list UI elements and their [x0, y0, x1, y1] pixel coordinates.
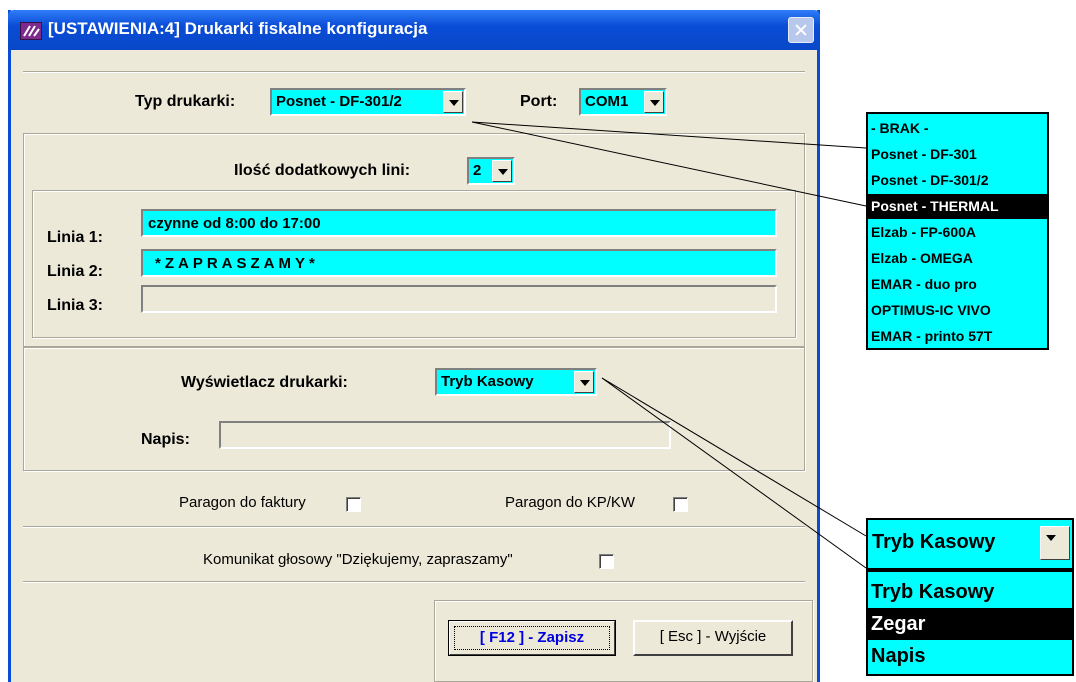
display-option-kasowy[interactable]: Tryb Kasowy [868, 576, 1072, 608]
printer-type-dropdown: - BRAK - Posnet - DF-301 Posnet - DF-301… [866, 112, 1049, 350]
printer-option-df3012[interactable]: Posnet - DF-301/2 [868, 168, 1047, 193]
display-mode-dropdown: Tryb Kasowy Zegar Napis [866, 570, 1074, 676]
printer-option-omega[interactable]: Elzab - OMEGA [868, 246, 1047, 271]
printer-option-printo[interactable]: EMAR - printo 57T [868, 324, 1047, 349]
printer-option-df301[interactable]: Posnet - DF-301 [868, 142, 1047, 167]
display-mode-current-zoomed: Tryb Kasowy [872, 531, 996, 553]
display-option-napis[interactable]: Napis [868, 640, 1072, 672]
display-option-zegar[interactable]: Zegar [868, 608, 1072, 640]
printer-option-fp600a[interactable]: Elzab - FP-600A [868, 220, 1047, 245]
display-mode-select-zoomed[interactable]: Tryb Kasowy [866, 518, 1074, 570]
printer-option-optimus[interactable]: OPTIMUS-IC VIVO [868, 298, 1047, 323]
printer-option-duopro[interactable]: EMAR - duo pro [868, 272, 1047, 297]
chevron-down-icon[interactable] [1040, 526, 1070, 560]
printer-option-brak[interactable]: - BRAK - [868, 116, 1047, 141]
printer-option-thermal[interactable]: Posnet - THERMAL [868, 194, 1047, 219]
